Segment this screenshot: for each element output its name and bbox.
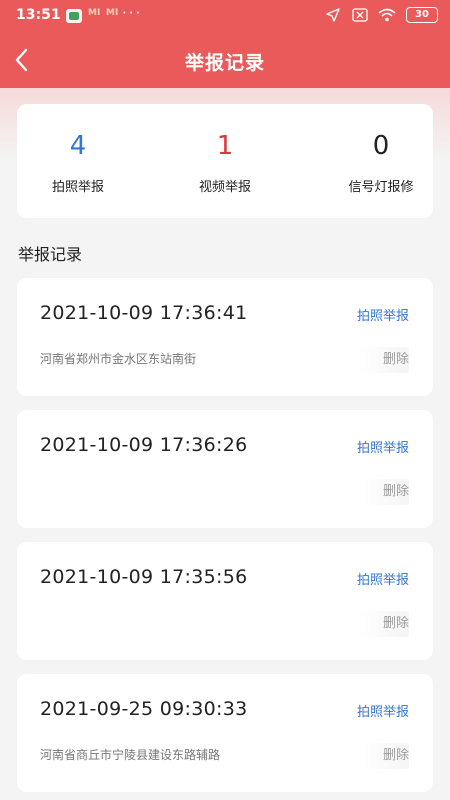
stat-label: 视频举报	[198, 180, 251, 195]
stat-signal-repair[interactable]: 0 信号灯报修	[312, 104, 450, 195]
stat-value: 0	[372, 131, 390, 161]
nav-bar: 举报记录	[0, 32, 450, 88]
mi-icon	[106, 8, 122, 23]
stat-video-report[interactable]: 1 视频举报	[156, 104, 294, 195]
section-title: 举报记录	[18, 245, 83, 264]
app-green-icon	[66, 9, 82, 23]
delete-button[interactable]: 删除	[357, 611, 409, 637]
status-time: 13:51	[16, 7, 61, 23]
record-card[interactable]: 2021-09-25 09:30:33 拍照举报 河南省商丘市宁陵县建设东路辅路…	[17, 674, 433, 792]
record-time: 2021-10-09 17:35:56	[40, 566, 248, 588]
record-type-link[interactable]: 拍照举报	[357, 569, 409, 588]
battery-icon: 30	[406, 7, 438, 23]
status-bar: 13:51 ··· 30	[0, 0, 450, 32]
record-card[interactable]: 2021-10-09 17:36:26 拍照举报 删除	[17, 410, 433, 528]
mi-icon	[88, 8, 104, 23]
record-type-link[interactable]: 拍照举报	[357, 701, 409, 720]
record-address: 河南省商丘市宁陵县建设东路辅路	[40, 748, 221, 762]
stat-label: 信号灯报修	[348, 180, 414, 195]
record-card[interactable]: 2021-10-09 17:35:56 拍照举报 删除	[17, 542, 433, 660]
record-time: 2021-10-09 17:36:41	[40, 302, 248, 324]
record-card[interactable]: 2021-10-09 17:36:41 拍照举报 河南省郑州市金水区东站南街 删…	[17, 278, 433, 396]
delete-button[interactable]: 删除	[357, 743, 409, 769]
record-time: 2021-09-25 09:30:33	[40, 698, 248, 720]
sim-x-icon	[352, 8, 368, 22]
page-title: 举报记录	[184, 52, 265, 74]
location-arrow-icon	[326, 8, 342, 22]
wifi-icon	[378, 8, 396, 22]
delete-button[interactable]: 删除	[357, 479, 409, 505]
record-type-link[interactable]: 拍照举报	[357, 305, 409, 324]
stat-value: 4	[69, 131, 87, 161]
more-dots-icon: ···	[122, 4, 143, 22]
delete-button[interactable]: 删除	[357, 347, 409, 373]
stat-label: 拍照举报	[51, 180, 104, 195]
record-time: 2021-10-09 17:36:26	[40, 434, 248, 456]
record-type-link[interactable]: 拍照举报	[357, 437, 409, 456]
stat-photo-report[interactable]: 4 拍照举报	[9, 104, 147, 195]
stats-card: 4 拍照举报 1 视频举报 0 信号灯报修	[17, 104, 433, 218]
stat-value: 1	[216, 131, 234, 161]
record-address: 河南省郑州市金水区东站南街	[40, 352, 197, 366]
